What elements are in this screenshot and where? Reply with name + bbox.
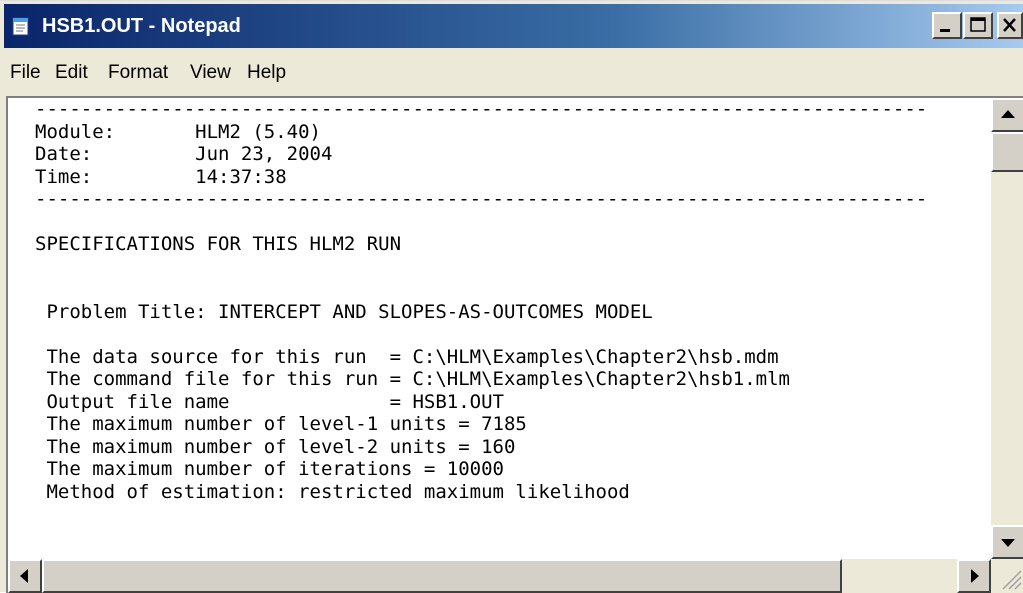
editor-frame: ----------------------------------------… (6, 96, 1023, 593)
vertical-scrollbar[interactable] (991, 98, 1023, 559)
arrow-right-icon (959, 561, 989, 591)
horizontal-scroll-thumb[interactable] (42, 559, 842, 593)
menu-bar: File Edit Format View Help (4, 53, 1023, 93)
maximize-button[interactable] (963, 12, 993, 39)
menu-edit[interactable]: Edit (55, 61, 88, 85)
menu-help[interactable]: Help (247, 61, 286, 85)
close-button[interactable] (997, 12, 1023, 39)
document-text[interactable]: ----------------------------------------… (35, 98, 927, 503)
size-grip[interactable] (991, 559, 1023, 593)
scroll-down-button[interactable] (991, 525, 1023, 559)
vertical-scroll-thumb[interactable] (991, 132, 1023, 172)
arrow-left-icon (10, 561, 40, 591)
notepad-window: HSB1.OUT - Notepad File Edit Format View… (0, 0, 1023, 593)
minimize-button[interactable] (932, 12, 962, 39)
menu-file[interactable]: File (10, 61, 41, 85)
notepad-icon[interactable] (10, 15, 32, 37)
menu-view[interactable]: View (190, 61, 231, 85)
minimize-icon (934, 14, 960, 37)
window-title: HSB1.OUT - Notepad (42, 15, 241, 37)
arrow-up-icon (993, 100, 1023, 130)
size-grip-icon (991, 559, 1023, 593)
maximize-icon (965, 14, 991, 37)
close-icon (999, 14, 1021, 37)
scroll-left-button[interactable] (8, 559, 42, 593)
scroll-up-button[interactable] (991, 98, 1023, 132)
menu-format[interactable]: Format (108, 61, 168, 85)
scroll-right-button[interactable] (957, 559, 991, 593)
arrow-down-icon (993, 527, 1023, 557)
horizontal-scrollbar[interactable] (8, 559, 991, 593)
title-bar[interactable]: HSB1.OUT - Notepad (4, 4, 1023, 48)
text-editor[interactable]: ----------------------------------------… (8, 98, 991, 559)
